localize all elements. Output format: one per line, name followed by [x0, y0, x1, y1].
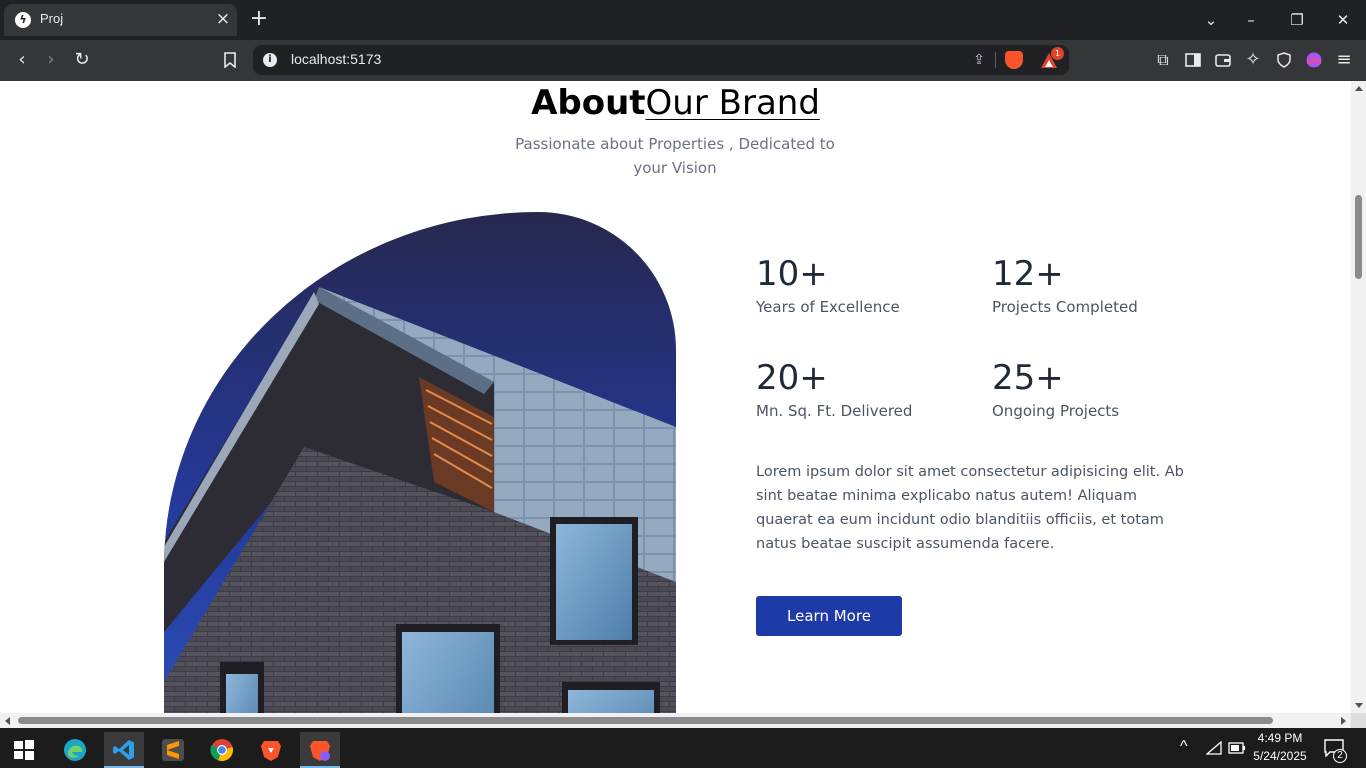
clock-time[interactable]: 4:49 PM [1250, 731, 1310, 745]
close-window-button[interactable]: ✕ [1331, 8, 1355, 32]
address-bar[interactable]: i localhost:5173 ⇪ 1 [253, 45, 1069, 75]
brave-icon [261, 741, 281, 761]
building-image [164, 212, 676, 713]
stat-label: Mn. Sq. Ft. Delivered [756, 402, 913, 420]
page-viewport: AboutOur Brand Passionate about Properti… [0, 81, 1351, 713]
browser-toolbar: ‹ › ↻ i localhost:5173 ⇪ 1 ⧉ ✧ ≡ [0, 40, 1366, 81]
edge-icon [64, 739, 86, 761]
learn-more-button[interactable]: Learn More [756, 596, 902, 636]
vertical-scroll-thumb[interactable] [1355, 195, 1362, 279]
heading-bold: About [531, 83, 646, 123]
horizontal-scroll-thumb[interactable] [18, 717, 1273, 724]
taskbar-brave-nightly[interactable] [300, 732, 340, 768]
main-menu-icon[interactable]: ≡ [1332, 48, 1356, 72]
stat-value: 12+ [992, 254, 1064, 294]
tab-close-icon[interactable]: × [213, 9, 233, 29]
back-icon[interactable]: ‹ [10, 48, 34, 72]
share-icon[interactable]: ⇪ [969, 50, 989, 70]
start-icon [14, 740, 34, 760]
vscode-icon [113, 740, 134, 760]
clock-date[interactable]: 5/24/2025 [1250, 749, 1310, 763]
taskbar-edge[interactable] [55, 732, 95, 768]
scroll-left-arrow-icon[interactable] [5, 717, 10, 725]
sublime-icon [162, 739, 184, 761]
section-heading: AboutOur Brand [0, 83, 1351, 123]
site-info-icon[interactable]: i [263, 53, 277, 67]
vite-favicon-icon: ϟ [15, 12, 31, 28]
stat-label: Projects Completed [992, 298, 1138, 316]
extensions-icon[interactable]: ⧉ [1151, 48, 1175, 72]
wifi-icon[interactable] [1206, 741, 1222, 755]
taskbar-vscode[interactable] [104, 732, 144, 768]
scroll-down-arrow-icon[interactable] [1355, 703, 1363, 708]
tab-strip: ϟ Proj × + ⌄ – ❐ ✕ [0, 0, 1366, 40]
stat-years: 10+ Years of Excellence [756, 254, 976, 317]
rewards-badge: 1 [1051, 47, 1064, 60]
section-subtitle: Passionate about Properties , Dedicated … [515, 135, 835, 177]
bookmark-icon[interactable] [218, 48, 242, 72]
taskbar-brave[interactable] [251, 732, 291, 768]
stat-projects: 12+ Projects Completed [992, 254, 1212, 317]
forward-icon[interactable]: › [39, 48, 63, 72]
stat-value: 25+ [992, 358, 1064, 398]
scrollbar-corner [1351, 713, 1366, 728]
notification-count-badge: 2 [1333, 749, 1347, 763]
taskbar-sublime[interactable] [153, 732, 193, 768]
chrome-icon [210, 739, 233, 762]
start-button[interactable] [4, 732, 44, 768]
stat-label: Years of Excellence [756, 298, 900, 316]
profile-avatar-icon[interactable] [1302, 48, 1326, 72]
leo-ai-icon[interactable]: ✧ [1241, 48, 1265, 72]
taskbar-chrome[interactable] [202, 732, 242, 768]
reload-icon[interactable]: ↻ [70, 48, 94, 72]
url-text[interactable]: localhost:5173 [291, 51, 381, 67]
show-hidden-icons-chevron-icon[interactable]: ^ [1180, 738, 1188, 756]
minimize-button[interactable]: – [1239, 8, 1263, 32]
tab-search-chevron-icon[interactable]: ⌄ [1199, 8, 1223, 32]
scroll-up-arrow-icon[interactable] [1355, 86, 1363, 91]
horizontal-scrollbar[interactable] [0, 713, 1351, 728]
about-paragraph: Lorem ipsum dolor sit amet consectetur a… [756, 464, 1184, 552]
scroll-right-arrow-icon[interactable] [1341, 717, 1346, 725]
tab-active[interactable]: ϟ Proj × [4, 4, 237, 36]
omnibox-divider [995, 52, 996, 68]
brave-nightly-icon [310, 741, 330, 761]
heading-rest: Our Brand [645, 83, 820, 123]
wallet-icon[interactable] [1211, 48, 1235, 72]
brave-shields-icon[interactable] [1005, 51, 1023, 69]
restore-button[interactable]: ❐ [1285, 8, 1309, 32]
new-tab-button[interactable]: + [248, 8, 270, 30]
stat-ongoing: 25+ Ongoing Projects [992, 358, 1212, 421]
windows-taskbar: ^ 4:49 PM 5/24/2025 2 [0, 728, 1366, 768]
stat-area: 20+ Mn. Sq. Ft. Delivered [756, 358, 976, 421]
tab-title: Proj [40, 11, 64, 26]
stat-label: Ongoing Projects [992, 402, 1120, 420]
stat-value: 10+ [756, 254, 828, 294]
vertical-scrollbar[interactable] [1351, 81, 1366, 713]
stat-value: 20+ [756, 358, 828, 398]
battery-icon[interactable] [1228, 742, 1246, 754]
vpn-shield-icon[interactable] [1272, 48, 1296, 72]
sidebar-icon[interactable] [1181, 48, 1205, 72]
